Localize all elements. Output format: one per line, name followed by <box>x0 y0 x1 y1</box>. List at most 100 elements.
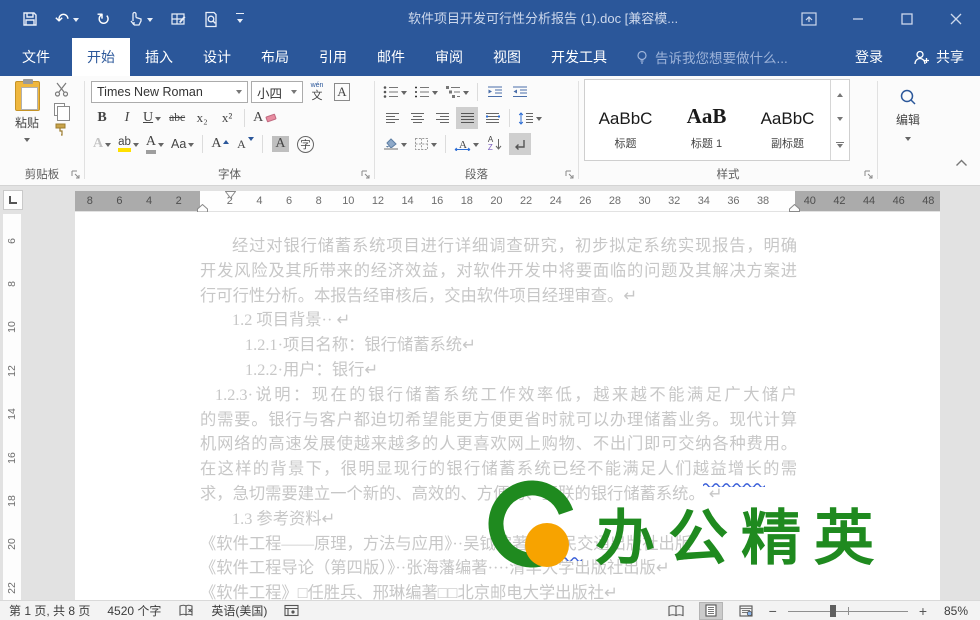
tell-me-box[interactable]: 告诉我您想要做什么... <box>636 38 788 76</box>
format-painter-icon[interactable] <box>54 122 69 137</box>
doc-line[interactable]: 经过对银行储蓄系统项目进行详细调查研究，初步拟定系统实现报告，明确 <box>200 234 797 259</box>
paragraph-dialog-launcher[interactable] <box>565 170 575 180</box>
decrease-indent-button[interactable] <box>484 81 506 103</box>
collapse-ribbon-button[interactable] <box>955 159 968 167</box>
repeat-button[interactable]: ↻ <box>96 11 110 28</box>
styles-more-button[interactable] <box>831 133 849 160</box>
text-effects-button[interactable]: A <box>91 133 113 155</box>
show-hide-marks-button[interactable] <box>509 133 531 155</box>
editing-caret[interactable] <box>905 137 911 144</box>
doc-line[interactable]: 1.2 项目背景·· ↵ <box>200 308 797 333</box>
styles-scroll-up[interactable] <box>831 80 849 107</box>
doc-line[interactable]: 1.2.3·说明：现在的银行储蓄系统工作效率低，越来越不能满足广大储户 <box>200 383 797 408</box>
grow-font-button[interactable]: A <box>209 133 231 155</box>
ribbon-tab[interactable]: 开始 <box>72 38 130 76</box>
style-card[interactable]: AaBbC 标题 <box>585 80 666 160</box>
zoom-in-button[interactable]: + <box>919 604 927 618</box>
share-button[interactable]: 共享 <box>897 38 980 76</box>
bold-button[interactable]: B <box>91 107 113 129</box>
clipboard-dialog-launcher[interactable] <box>71 170 81 180</box>
doc-line[interactable]: 《软件工程》□任胜兵、邢琳编著□□北京邮电大学出版社↵ <box>200 581 797 600</box>
first-line-indent-marker[interactable] <box>225 191 236 199</box>
style-card[interactable]: AaB 标题 1 <box>666 80 747 160</box>
numbering-button[interactable] <box>412 81 440 103</box>
ribbon-tab[interactable]: 文件 <box>0 38 72 76</box>
bullets-button[interactable] <box>381 81 409 103</box>
character-shading-button[interactable]: A <box>269 133 291 155</box>
clear-formatting-button[interactable]: A <box>251 107 278 129</box>
enclose-characters-button[interactable]: 字 <box>294 133 316 155</box>
zoom-slider[interactable] <box>788 604 908 618</box>
read-mode-button[interactable] <box>664 602 688 620</box>
doc-line[interactable]: 开发风险及其所带来的经济效益，对软件开发中将要面临的问题及其解决方案进 <box>200 259 797 284</box>
sign-in-button[interactable]: 登录 <box>841 38 897 76</box>
copy-icon[interactable] <box>54 103 65 116</box>
print-preview-button[interactable] <box>203 11 219 28</box>
minimize-button[interactable] <box>833 0 882 38</box>
language-indicator[interactable]: 英语(美国) <box>211 602 267 619</box>
doc-line[interactable]: 机网络的高速发展使越来越多的人更喜欢网上购物、不出门即可交纳各种费用。 <box>200 432 797 457</box>
touch-mode-caret[interactable] <box>147 18 153 25</box>
ribbon-tab[interactable]: 引用 <box>304 38 362 76</box>
align-right-button[interactable] <box>431 107 453 129</box>
zoom-out-button[interactable]: − <box>769 604 777 618</box>
doc-line[interactable]: 1.2.1·项目名称：银行储蓄系统↵ <box>200 333 797 358</box>
increase-indent-button[interactable] <box>509 81 531 103</box>
undo-caret[interactable] <box>73 18 79 25</box>
borders-button[interactable] <box>412 133 439 155</box>
zoom-percentage[interactable]: 85% <box>938 604 968 618</box>
justify-button[interactable] <box>456 107 478 129</box>
spellcheck-status-icon[interactable] <box>178 604 194 618</box>
doc-line[interactable]: 行可行性分析。本报告经审核后，交由软件项目经理审查。↵ <box>200 284 797 309</box>
close-button[interactable] <box>931 0 980 38</box>
align-center-button[interactable] <box>406 107 428 129</box>
font-size-select[interactable]: 小四 <box>251 81 303 103</box>
styles-scroll-down[interactable] <box>831 107 849 134</box>
subscript-button[interactable]: x₂ <box>191 107 213 129</box>
document-page[interactable]: 经过对银行储蓄系统项目进行详细调查研究，初步拟定系统实现报告，明确开发风险及其所… <box>75 212 940 600</box>
horizontal-ruler[interactable]: 8642 2468101214161820222426283032343638 … <box>75 191 940 211</box>
customize-qat-button[interactable] <box>236 13 244 26</box>
line-spacing-button[interactable] <box>516 107 544 129</box>
editing-group[interactable]: 编辑 <box>882 76 934 185</box>
save-button[interactable] <box>22 11 38 27</box>
paste-caret[interactable] <box>24 138 30 145</box>
multilevel-list-button[interactable] <box>443 81 471 103</box>
italic-button[interactable]: I <box>116 107 138 129</box>
ribbon-display-options-button[interactable] <box>784 0 833 38</box>
ribbon-tab[interactable]: 插入 <box>130 38 188 76</box>
highlight-color-button[interactable]: ab <box>116 133 141 155</box>
ribbon-tab[interactable]: 审阅 <box>420 38 478 76</box>
underline-caret[interactable] <box>155 117 161 124</box>
tab-stop-selector[interactable] <box>3 190 23 210</box>
web-layout-button[interactable] <box>734 602 758 620</box>
superscript-button[interactable]: x² <box>216 107 238 129</box>
align-left-button[interactable] <box>381 107 403 129</box>
ribbon-tab[interactable]: 开发工具 <box>536 38 622 76</box>
character-border-button[interactable]: A <box>331 81 353 103</box>
vertical-ruler[interactable]: 6810121416182022 <box>3 214 21 600</box>
draw-table-button[interactable] <box>170 11 186 27</box>
cut-icon[interactable] <box>54 82 69 97</box>
ribbon-tab[interactable]: 设计 <box>188 38 246 76</box>
doc-line[interactable]: 1.2.2·用户：银行↵ <box>200 358 797 383</box>
print-layout-button[interactable] <box>699 602 723 620</box>
word-count[interactable]: 4520 个字 <box>107 602 161 619</box>
strikethrough-button[interactable]: abc <box>166 107 188 129</box>
font-name-select[interactable]: Times New Roman <box>91 81 248 103</box>
change-case-button[interactable]: Aa <box>169 133 196 155</box>
touch-mouse-mode-button[interactable] <box>128 11 153 27</box>
paste-button[interactable]: 粘贴 <box>5 81 49 167</box>
right-indent-marker[interactable] <box>789 204 800 212</box>
page-indicator[interactable]: 第 1 页, 共 8 页 <box>9 602 90 619</box>
style-card[interactable]: AaBbC 副标题 <box>747 80 828 160</box>
ribbon-tab[interactable]: 布局 <box>246 38 304 76</box>
macro-record-icon[interactable] <box>284 604 299 617</box>
ribbon-tab[interactable]: 邮件 <box>362 38 420 76</box>
undo-button[interactable]: ↶ <box>55 11 79 28</box>
font-dialog-launcher[interactable] <box>361 170 371 180</box>
ribbon-tab[interactable]: 视图 <box>478 38 536 76</box>
zoom-slider-thumb[interactable] <box>830 605 836 617</box>
asian-layout-button[interactable]: A <box>452 133 481 155</box>
shading-button[interactable] <box>381 133 409 155</box>
